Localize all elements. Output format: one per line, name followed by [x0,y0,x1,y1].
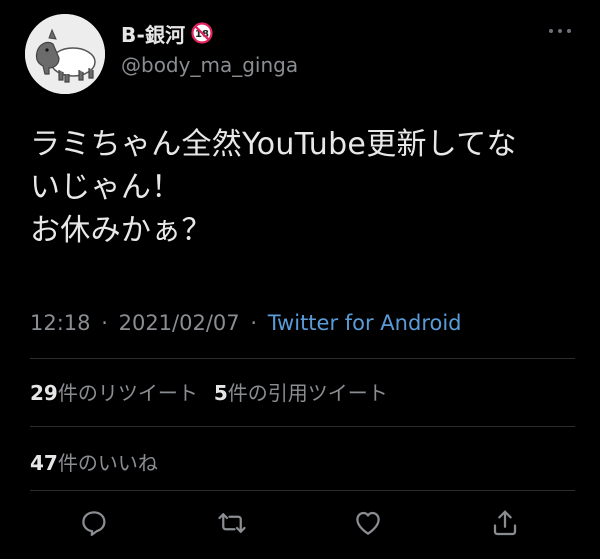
tweet-meta: 12:18 · 2021/02/07 · Twitter for Android [30,311,462,335]
tapir-avatar-icon [25,14,105,94]
tweet-time[interactable]: 12:18 [30,311,91,335]
avatar[interactable] [25,14,105,94]
quotes-link[interactable]: 5件の引用ツイート [214,381,388,405]
share-button[interactable] [487,505,523,541]
divider [30,490,575,491]
no-under-18-icon: 18 [191,22,213,44]
divider [30,358,575,359]
display-name[interactable]: B-銀河 [121,19,185,48]
tweet-date[interactable]: 2021/02/07 [119,311,240,335]
like-icon [356,511,380,535]
meta-separator: · [101,311,108,335]
retweets-count: 29 [30,381,58,405]
retweet-icon [218,513,246,533]
share-icon [493,510,517,536]
like-button[interactable] [350,505,386,541]
reply-button[interactable] [76,505,112,541]
user-handle[interactable]: @body_ma_ginga [121,53,298,77]
meta-separator: · [250,311,258,335]
tweet-detail: B-銀河 18 @body_ma_ginga ラミちゃん全然YouTube更新し… [0,0,600,559]
retweet-button[interactable] [214,505,250,541]
reply-icon [82,511,106,536]
more-options-icon[interactable] [549,26,573,36]
tweet-text: ラミちゃん全然YouTube更新してな いじゃん！ お休みかぁ？ [30,123,575,252]
retweets-label: 件のリツイート [57,381,198,405]
likes-link[interactable]: 47件のいいね [30,447,158,476]
retweets-link[interactable]: 29件のリツイート [30,381,198,405]
tweet-text-line: お休みかぁ？ [30,213,212,248]
quotes-label: 件の引用ツイート [227,381,388,405]
tweet-text-line: ラミちゃん全然YouTube更新してな [30,127,517,162]
likes-count: 47 [30,451,58,475]
display-name-row[interactable]: B-銀河 18 [121,19,213,47]
quotes-count: 5 [213,381,228,405]
tweet-text-line: いじゃん！ [30,170,182,205]
retweet-stats: 29件のリツイート 5件の引用ツイート [30,377,388,406]
divider [30,426,575,427]
likes-label: 件のいいね [57,451,158,475]
tweet-source-link[interactable]: Twitter for Android [268,311,462,335]
